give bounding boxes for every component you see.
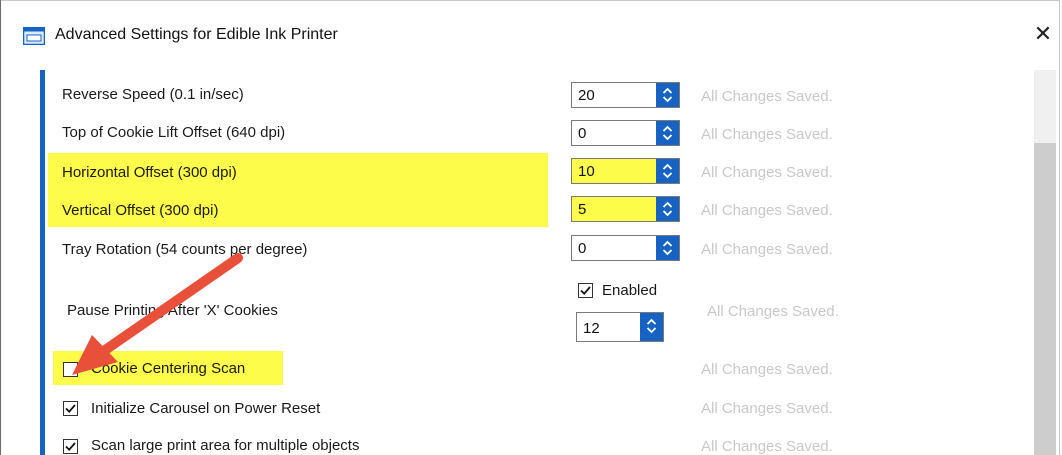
stepper-arrows-icon[interactable]	[656, 159, 679, 183]
title-bar: Advanced Settings for Edible Ink Printer…	[1, 0, 1059, 66]
setting-label-lift-offset: Top of Cookie Lift Offset (640 dpi)	[62, 124, 286, 141]
vertical-offset-stepper[interactable]: 5	[571, 196, 680, 222]
stepper-arrows-icon[interactable]	[656, 197, 679, 221]
status-horizontal-offset: All Changes Saved.	[701, 164, 833, 181]
setting-label-vertical-offset: Vertical Offset (300 dpi)	[62, 202, 219, 219]
stepper-arrows-icon[interactable]	[656, 83, 679, 107]
stepper-value: 10	[578, 163, 595, 180]
reverse-speed-stepper[interactable]: 20	[571, 82, 680, 108]
setting-label-tray-rotation: Tray Rotation (54 counts per degree)	[62, 241, 308, 258]
settings-window: Advanced Settings for Edible Ink Printer…	[0, 0, 1060, 455]
stepper-arrows-icon[interactable]	[656, 236, 679, 260]
setting-label-horizontal-offset: Horizontal Offset (300 dpi)	[62, 164, 237, 181]
vertical-scrollbar[interactable]	[1034, 70, 1056, 455]
stepper-value: 0	[578, 240, 587, 257]
pause-enabled-label: Enabled	[602, 282, 658, 299]
stepper-value: 5	[578, 201, 587, 218]
stepper-value: 12	[583, 320, 600, 337]
stepper-arrows-icon[interactable]	[640, 313, 663, 341]
window-title: Advanced Settings for Edible Ink Printer	[55, 26, 338, 43]
initialize-carousel-label: Initialize Carousel on Power Reset	[91, 400, 321, 417]
status-lift-offset: All Changes Saved.	[701, 126, 833, 143]
horizontal-offset-stepper[interactable]: 10	[571, 158, 680, 184]
setting-label-reverse-speed: Reverse Speed (0.1 in/sec)	[62, 86, 244, 103]
status-pause-printing: All Changes Saved.	[707, 303, 839, 320]
section-accent-bar	[40, 70, 45, 455]
stepper-arrows-icon[interactable]	[656, 121, 679, 145]
scan-large-area-label: Scan large print area for multiple objec…	[91, 437, 360, 454]
lift-offset-stepper[interactable]: 0	[571, 120, 680, 146]
pause-count-stepper[interactable]: 12	[576, 312, 664, 342]
status-tray-rotation: All Changes Saved.	[701, 241, 833, 258]
stepper-value: 0	[578, 125, 587, 142]
close-button[interactable]: ✕	[1029, 19, 1057, 49]
scan-large-area-checkbox[interactable]	[63, 439, 78, 454]
pause-enabled-checkbox[interactable]	[578, 283, 593, 298]
status-initialize-carousel: All Changes Saved.	[701, 400, 833, 417]
status-cookie-centering: All Changes Saved.	[701, 361, 833, 378]
status-scan-large-area: All Changes Saved.	[701, 438, 833, 455]
status-reverse-speed: All Changes Saved.	[701, 88, 833, 105]
scrollbar-thumb[interactable]	[1034, 143, 1056, 455]
stepper-value: 20	[578, 87, 595, 104]
status-vertical-offset: All Changes Saved.	[701, 202, 833, 219]
cookie-centering-scan-label: Cookie Centering Scan	[91, 360, 246, 377]
setting-label-pause-printing: Pause Printing After 'X' Cookies	[67, 302, 278, 319]
cookie-centering-scan-checkbox[interactable]	[63, 362, 78, 377]
initialize-carousel-checkbox[interactable]	[63, 401, 78, 416]
printer-icon	[23, 27, 45, 45]
tray-rotation-stepper[interactable]: 0	[571, 235, 680, 261]
